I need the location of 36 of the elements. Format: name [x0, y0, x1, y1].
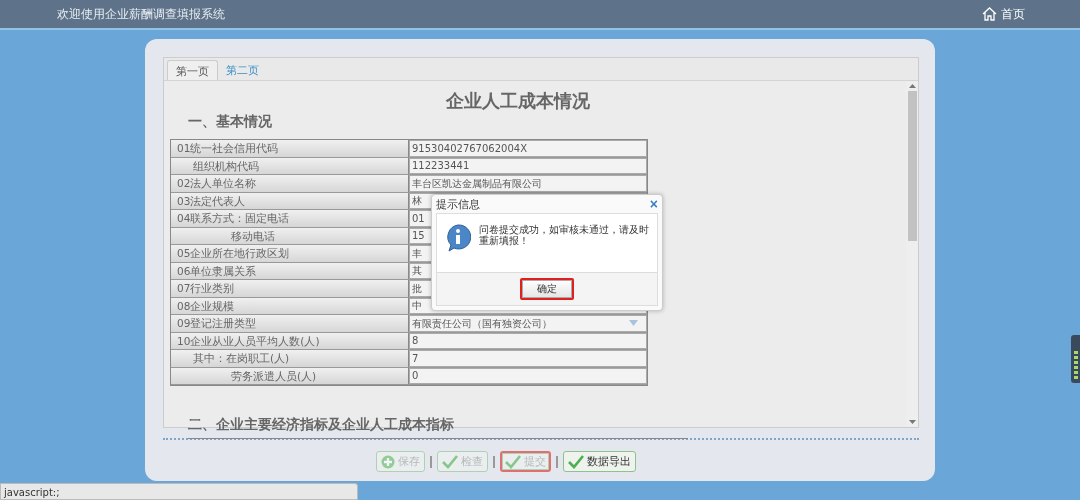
- field-value: 有限责任公司（国有独资公司）: [410, 316, 646, 331]
- scroll-down-icon[interactable]: [908, 420, 916, 424]
- field-label: 05企业所在地行政区划: [171, 245, 409, 262]
- page-tab[interactable]: 第一页: [167, 60, 218, 80]
- field-value: 7: [410, 351, 646, 366]
- section-heading: 一、基本情况: [188, 113, 273, 131]
- field-label: 09登记注册类型: [171, 315, 409, 332]
- side-widget[interactable]: [1071, 335, 1080, 383]
- field-label: 其中：在岗职工(人): [171, 350, 409, 367]
- home-icon: [982, 7, 997, 21]
- check-icon: [568, 454, 584, 469]
- close-button[interactable]: ×: [649, 197, 658, 211]
- ok-button[interactable]: 确定: [520, 278, 574, 300]
- action-button[interactable]: 数据导出: [563, 451, 636, 472]
- plus-icon: [381, 454, 395, 469]
- scrollbar[interactable]: [906, 81, 918, 427]
- field-value: 91530402767062004X: [410, 141, 646, 156]
- page-tab[interactable]: 第二页: [218, 60, 267, 80]
- field-label: 04联系方式：固定电话: [171, 210, 409, 227]
- info-icon: [445, 224, 471, 252]
- check-icon: [442, 454, 458, 469]
- check-icon: [505, 454, 521, 469]
- status-bar: javascript:;: [0, 483, 358, 500]
- field-value: 丰台区凯达金属制品有限公司: [410, 176, 646, 191]
- form-title: 企业人工成本情况: [445, 89, 591, 113]
- home-link[interactable]: 首页: [982, 5, 1025, 23]
- field-label: 01统一社会信用代码: [171, 140, 409, 157]
- field-label: 02法人单位名称: [171, 175, 409, 192]
- scroll-up-icon[interactable]: [908, 84, 916, 88]
- system-title: 欢迎使用企业薪酬调查填报系统: [57, 5, 225, 23]
- field-label: 07行业类别: [171, 280, 409, 297]
- field-value: 112233441: [410, 158, 646, 173]
- field-value: 0: [410, 368, 646, 383]
- dropdown-icon: [629, 320, 638, 327]
- section-heading: 二、企业主要经济指标及企业人工成本指标: [188, 416, 688, 439]
- field-value: 8: [410, 333, 646, 348]
